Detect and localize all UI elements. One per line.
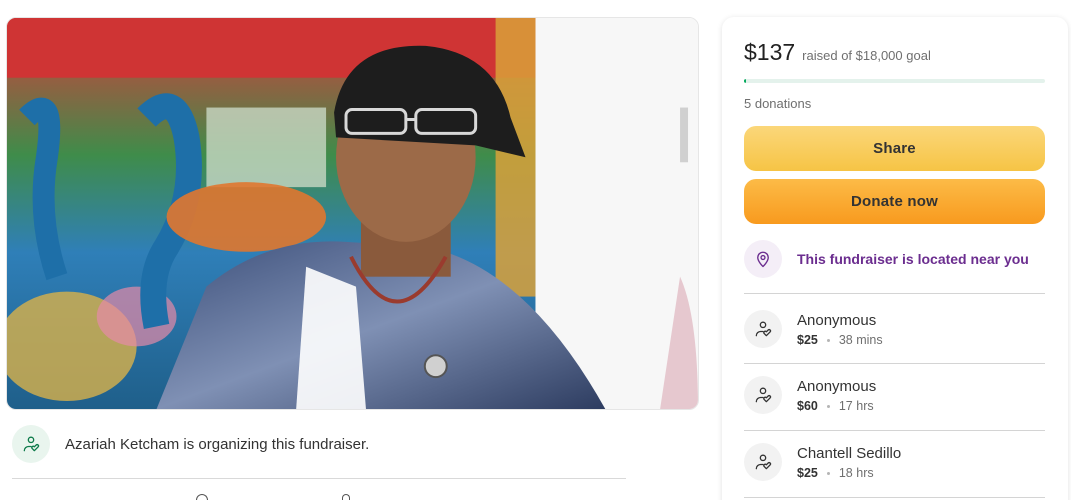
partial-icon: [196, 494, 208, 500]
organizer-text: Azariah Ketcham is organizing this fundr…: [65, 435, 370, 453]
heart-hand-icon: [12, 425, 50, 463]
donation-time: 17 hrs: [838, 399, 874, 413]
donation-time: 18 hrs: [838, 466, 874, 480]
divider: [744, 363, 1045, 364]
donate-now-button[interactable]: Donate now: [744, 179, 1045, 224]
raised-amount: $137: [744, 39, 796, 65]
heart-hand-icon: [744, 376, 782, 414]
raised-summary: $137 raised of $18,000 goal: [744, 39, 931, 66]
divider: [744, 497, 1045, 498]
donation-time: 38 mins: [838, 333, 883, 347]
campaign-photo-image: [7, 18, 698, 409]
divider: [744, 293, 1045, 294]
donation-item: Anonymous $25 38 mins: [744, 304, 1045, 354]
divider: [744, 430, 1045, 431]
goal-text: raised of $18,000 goal: [802, 48, 931, 63]
donor-name: Anonymous: [797, 312, 877, 329]
donation-amount: $25: [797, 466, 818, 480]
donor-name: Chantell Sedillo: [797, 445, 902, 462]
partial-icon: [342, 494, 350, 500]
donation-amount: $25: [797, 333, 818, 347]
share-button[interactable]: Share: [744, 126, 1045, 171]
donation-item: Anonymous $60 17 hrs: [744, 370, 1045, 420]
separator-dot: [826, 338, 830, 342]
heart-hand-icon: [744, 443, 782, 481]
donation-card: $137 raised of $18,000 goal 5 donations …: [722, 17, 1068, 500]
location-text: This fundraiser is located near you: [797, 251, 1029, 267]
campaign-photo[interactable]: [6, 17, 699, 410]
donation-count[interactable]: 5 donations: [744, 96, 811, 111]
donation-amount: $60: [797, 399, 818, 413]
divider: [12, 478, 626, 479]
donor-name: Anonymous: [797, 378, 877, 395]
heart-hand-icon: [744, 310, 782, 348]
fundraiser-page: Azariah Ketcham is organizing this fundr…: [0, 0, 1071, 500]
separator-dot: [826, 471, 830, 475]
map-pin-icon: [744, 240, 782, 278]
location-notice: This fundraiser is located near you: [744, 239, 1029, 279]
progress-fill: [744, 79, 747, 83]
separator-dot: [826, 404, 830, 408]
organizer-row: Azariah Ketcham is organizing this fundr…: [12, 424, 369, 464]
donation-item: Chantell Sedillo $25 18 hrs: [744, 437, 1045, 487]
progress-bar: [744, 79, 1045, 83]
